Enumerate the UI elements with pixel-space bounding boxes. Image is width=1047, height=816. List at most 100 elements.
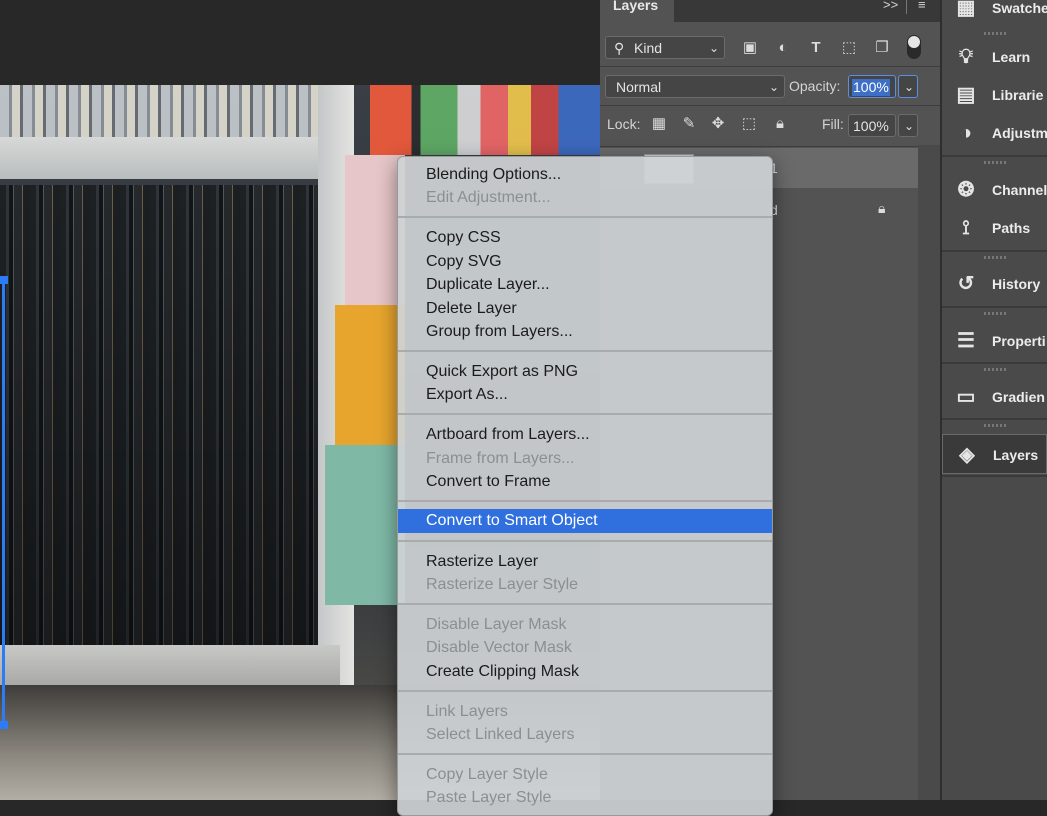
menu-item-create-clipping-mask[interactable]: Create Clipping Mask	[398, 660, 772, 683]
dock-item-learn[interactable]: 💡︎ Learn	[942, 37, 1047, 77]
libraries-icon: ▤	[956, 84, 976, 106]
paths-icon: ⟟	[962, 217, 970, 239]
divider	[600, 66, 940, 67]
menu-item-copy-layer-style[interactable]: Copy Layer Style	[398, 763, 772, 786]
menu-item-duplicate-layer[interactable]: Duplicate Layer...	[398, 273, 772, 296]
menu-item-export-as[interactable]: Export As...	[398, 383, 772, 406]
menu-item-disable-vector-mask[interactable]: Disable Vector Mask	[398, 636, 772, 659]
menu-separator	[398, 216, 772, 218]
menu-separator	[398, 350, 772, 352]
smart-object-filter-icon[interactable]: ❐	[872, 38, 892, 58]
opacity-input[interactable]: 100%	[848, 75, 896, 98]
divider	[600, 105, 940, 106]
filter-toggle-switch[interactable]	[907, 35, 921, 59]
dock-item-channels[interactable]: ❂ Channel	[942, 170, 1047, 210]
dock-item-gradients[interactable]: ▭ Gradien	[942, 377, 1047, 417]
dock-item-libraries[interactable]: ▤ Librarie	[942, 75, 1047, 115]
dock-item-label: Gradien	[992, 389, 1045, 405]
filter-kind-select[interactable]: ⚲ Kind ⌄	[605, 36, 725, 59]
tab-divider	[906, 0, 907, 14]
menu-item-convert-to-smart-object[interactable]: Convert to Smart Object	[398, 509, 772, 533]
lightbulb-icon: 💡︎	[959, 46, 973, 68]
transform-handle[interactable]	[0, 721, 8, 729]
fill-input[interactable]: 100%	[848, 114, 896, 137]
dock-item-label: Librarie	[992, 87, 1044, 103]
lock-position-icon[interactable]: ✥	[709, 114, 727, 134]
shape-layer-filter-icon[interactable]: ⬚	[839, 38, 859, 58]
menu-separator	[398, 690, 772, 692]
menu-item-copy-svg[interactable]: Copy SVG	[398, 250, 772, 273]
dock-item-properties[interactable]: ☰ Properti	[942, 321, 1047, 361]
dock-group-grip[interactable]	[984, 312, 1006, 315]
dock-item-adjustments[interactable]: ◑ Adjustm	[942, 113, 1047, 153]
lock-artboard-icon[interactable]: ⬚	[740, 114, 758, 134]
dock-item-label: Adjustm	[992, 125, 1047, 141]
lock-all-icon[interactable]: 🔒︎	[771, 114, 789, 134]
menu-item-artboard-from-layers[interactable]: Artboard from Layers...	[398, 423, 772, 446]
dock-item-paths[interactable]: ⟟ Paths	[942, 208, 1047, 248]
menu-item-disable-layer-mask[interactable]: Disable Layer Mask	[398, 613, 772, 636]
menu-item-copy-css[interactable]: Copy CSS	[398, 226, 772, 249]
menu-item-link-layers[interactable]: Link Layers	[398, 700, 772, 723]
fill-value: 100%	[853, 118, 889, 134]
menu-item-frame-from-layers[interactable]: Frame from Layers...	[398, 447, 772, 470]
collapse-panels-icon[interactable]: >>	[883, 0, 898, 11]
channels-icon: ❂	[957, 179, 975, 201]
menu-item-convert-to-frame[interactable]: Convert to Frame	[398, 470, 772, 493]
dock-divider	[942, 475, 1047, 477]
menu-separator	[398, 603, 772, 605]
properties-icon: ☰	[957, 330, 975, 352]
dock-item-label: Channel	[992, 182, 1047, 198]
menu-item-blending-options[interactable]: Blending Options...	[398, 163, 772, 186]
history-icon: ↺	[957, 273, 975, 295]
blend-mode-value: Normal	[616, 79, 662, 95]
chevron-down-icon: ⌄	[708, 41, 719, 55]
dock-divider	[942, 418, 1047, 420]
dock-group-grip[interactable]	[984, 368, 1006, 371]
adjustment-layer-filter-icon[interactable]: ◐	[773, 38, 793, 58]
selection-bounding-edge[interactable]	[2, 280, 5, 725]
canvas-photo-green-crate	[325, 445, 405, 605]
dock-item-swatches[interactable]: ▦ Swatche	[942, 0, 1047, 28]
opacity-dropdown-button[interactable]: ⌄	[898, 75, 918, 98]
pixel-layer-filter-icon[interactable]: ▣	[740, 38, 760, 58]
menu-item-edit-adjustment[interactable]: Edit Adjustment...	[398, 186, 772, 209]
canvas-photo-shadow	[0, 185, 322, 655]
dock-item-history[interactable]: ↺ History	[942, 264, 1047, 304]
tab-layers[interactable]: Layers	[600, 0, 674, 22]
type-layer-filter-icon[interactable]: T	[806, 38, 826, 58]
dock-item-label: Learn	[992, 49, 1031, 65]
menu-separator	[398, 413, 772, 415]
lock-image-pixels-icon[interactable]: ✎	[680, 114, 698, 134]
panel-menu-icon[interactable]: ≡	[918, 0, 926, 11]
dock-group-grip[interactable]	[984, 32, 1006, 35]
menu-item-rasterize-layer-style[interactable]: Rasterize Layer Style	[398, 573, 772, 596]
transform-handle[interactable]	[0, 276, 8, 284]
menu-separator	[398, 500, 772, 502]
adjustments-icon: ◑	[959, 122, 973, 144]
dock-item-layers[interactable]: ◈ Layers	[942, 434, 1047, 474]
dock-group-grip[interactable]	[984, 161, 1006, 164]
menu-item-rasterize-layer[interactable]: Rasterize Layer	[398, 550, 772, 573]
menu-item-paste-layer-style[interactable]: Paste Layer Style	[398, 786, 772, 809]
panel-tab-bar: Layers >> ≡	[600, 0, 940, 22]
lock-transparent-pixels-icon[interactable]: ▦	[650, 114, 668, 134]
dock-group-grip[interactable]	[984, 424, 1006, 427]
menu-item-select-linked-layers[interactable]: Select Linked Layers	[398, 723, 772, 746]
dock-group-grip[interactable]	[984, 256, 1006, 259]
dock-item-label: History	[992, 276, 1041, 292]
dock-divider	[942, 306, 1047, 308]
canvas-photo-shelf-bottom	[0, 645, 340, 685]
layers-scrollbar[interactable]	[918, 145, 940, 800]
menu-item-group-from-layers[interactable]: Group from Layers...	[398, 320, 772, 343]
menu-item-quick-export-png[interactable]: Quick Export as PNG	[398, 360, 772, 383]
canvas-photo-shelf-records-top	[0, 85, 330, 145]
document-top-bar	[0, 0, 600, 85]
lock-label: Lock:	[607, 116, 641, 132]
menu-item-delete-layer[interactable]: Delete Layer	[398, 297, 772, 320]
layers-icon: ◈	[959, 444, 975, 466]
fill-dropdown-button[interactable]: ⌄	[898, 114, 918, 137]
blend-mode-select[interactable]: Normal ⌄	[605, 75, 785, 98]
search-icon: ⚲	[614, 40, 625, 56]
menu-separator	[398, 540, 772, 542]
